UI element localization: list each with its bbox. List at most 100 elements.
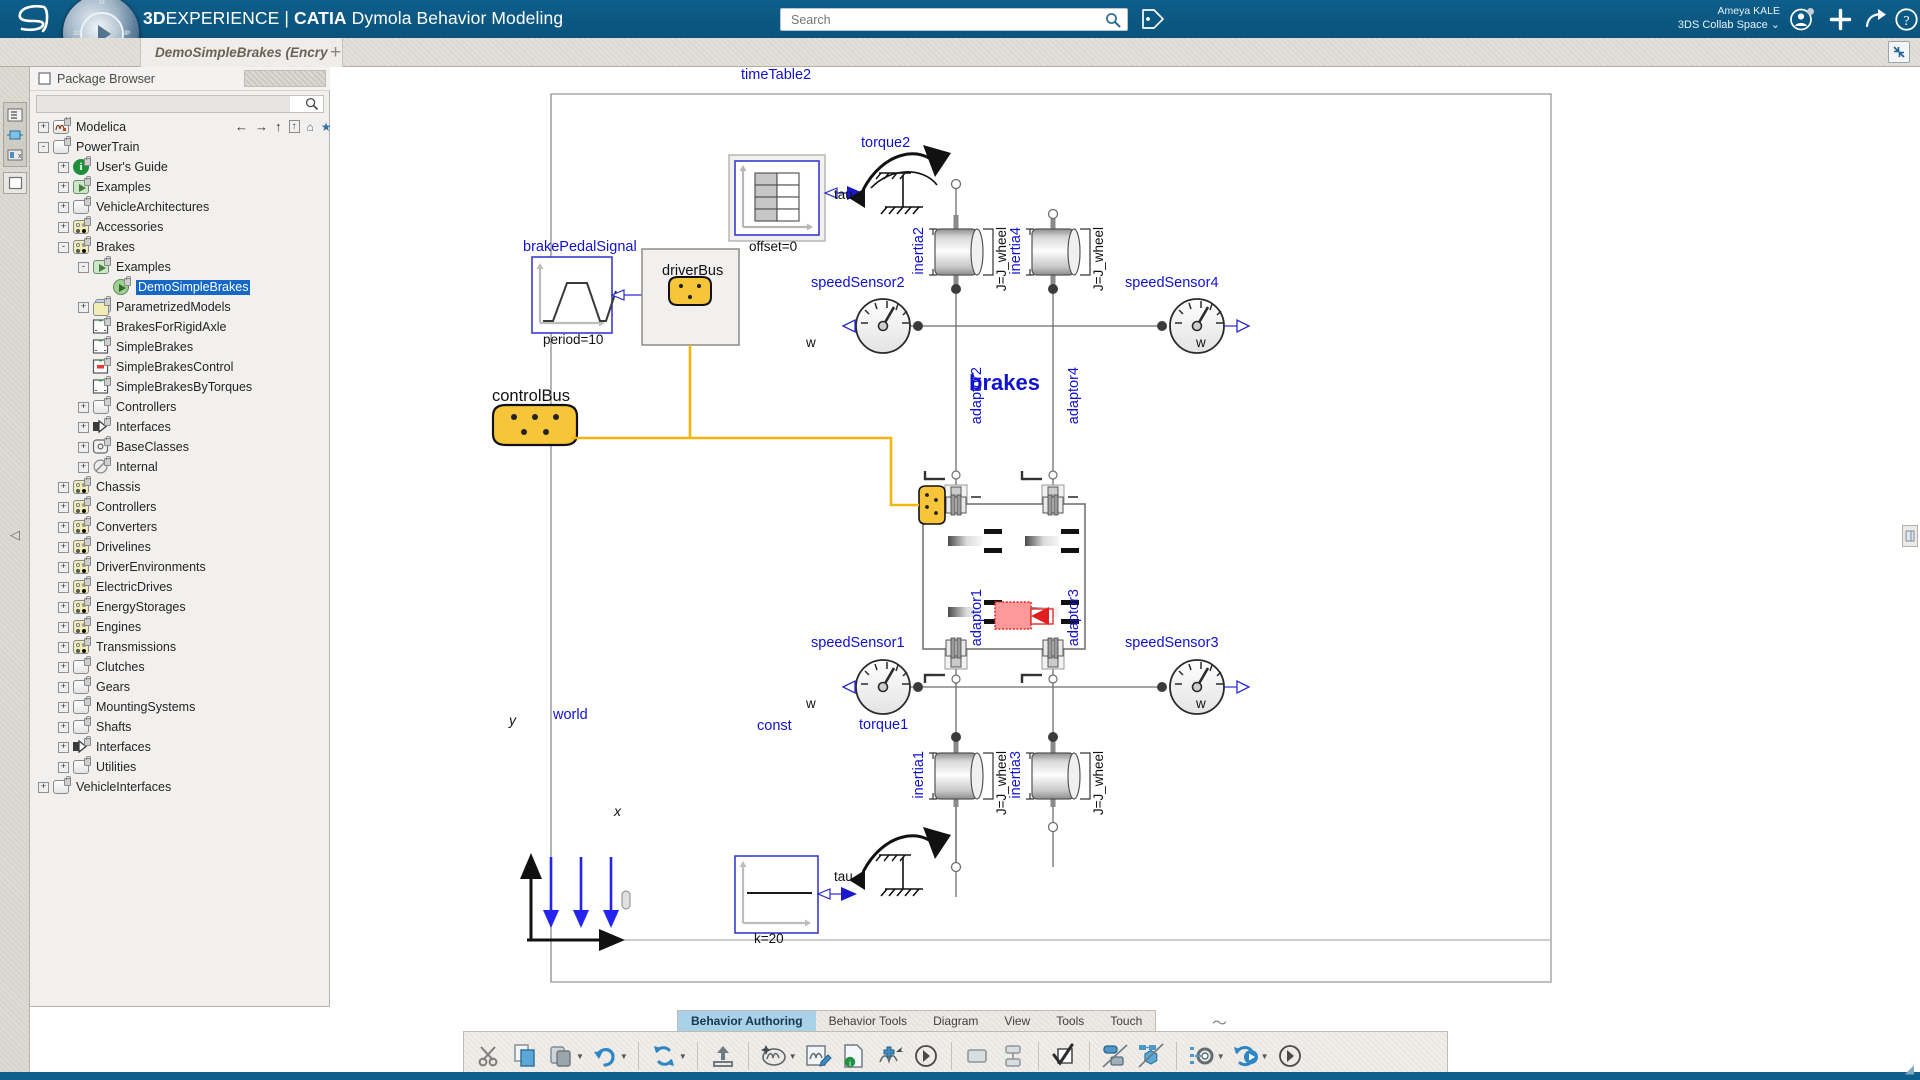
tree-item-shafts[interactable]: + Shafts	[30, 715, 330, 737]
diagram-canvas[interactable]: timeTable2 offset=0 torque2 tau inertia2…	[331, 67, 1920, 1010]
tree-item-powertrain[interactable]: - PowerTrain	[30, 135, 330, 157]
package-filter-row[interactable]	[36, 95, 324, 113]
filter-input[interactable]	[37, 96, 290, 112]
filter-search-icon[interactable]	[305, 97, 319, 111]
tree-expander[interactable]: +	[58, 521, 69, 533]
tree-expander[interactable]: +	[58, 721, 69, 733]
tree-expander[interactable]: +	[58, 601, 69, 613]
tree-view-icon[interactable]	[4, 105, 26, 124]
tree-item-examples[interactable]: + Examples	[30, 175, 330, 197]
diagram-view-icon[interactable]	[4, 125, 26, 144]
tree-item-engines[interactable]: + Engines	[30, 615, 330, 637]
settings-gear-icon[interactable]	[1185, 1038, 1219, 1074]
tree-expander[interactable]: +	[58, 621, 69, 633]
tree-expander[interactable]: +	[58, 481, 69, 493]
edit-behavior-icon[interactable]	[801, 1038, 835, 1074]
tree-expander[interactable]: +	[78, 421, 89, 433]
action-bar-tabs[interactable]: Behavior Authoring Behavior Tools Diagram V…	[677, 1010, 1157, 1031]
component-inertia4[interactable]	[1026, 208, 1091, 295]
tree-item-accessories[interactable]: + Accessories	[30, 215, 330, 237]
tree-item-parametrizedmodels[interactable]: + ParametrizedModels	[30, 295, 330, 317]
check-shape-icon[interactable]	[1047, 1038, 1081, 1074]
dropdown-caret-icon[interactable]: ▼	[576, 1052, 584, 1061]
search-box[interactable]	[780, 8, 1128, 31]
component-torque1[interactable]	[849, 827, 951, 897]
modelica-diagram[interactable]	[331, 67, 1920, 1010]
tree-expander[interactable]: +	[58, 661, 69, 673]
tree-item-clutches[interactable]: + Clutches	[30, 655, 330, 677]
dropdown-caret-icon[interactable]: ▼	[620, 1052, 628, 1061]
collapse-panel-button[interactable]	[1888, 41, 1910, 63]
tree-expander[interactable]: +	[38, 121, 49, 133]
package-browser-toggle[interactable]	[3, 172, 27, 194]
run-arrow-icon[interactable]	[909, 1038, 943, 1074]
tree-expander[interactable]: +	[58, 181, 69, 193]
refresh-icon[interactable]	[647, 1038, 681, 1074]
tree-item-converters[interactable]: + Converters	[30, 515, 330, 537]
tree-item-demosimplebrakes[interactable]: DemoSimpleBrakes	[30, 275, 330, 297]
component-const[interactable]	[734, 855, 857, 934]
simulate-icon[interactable]	[1229, 1038, 1263, 1074]
tree-item-vehiclearchitectures[interactable]: + VehicleArchitectures	[30, 195, 330, 217]
tree-expander[interactable]: +	[78, 461, 89, 473]
tree-item-brakes[interactable]: - Brakes	[30, 235, 330, 257]
tree-expander[interactable]: +	[78, 441, 89, 453]
dropdown-caret-icon[interactable]: ▼	[789, 1052, 797, 1061]
chevron-down-icon[interactable]: ⌄	[1771, 18, 1780, 32]
tree-item-simplebrakesbytorques[interactable]: SimpleBrakesByTorques	[30, 375, 330, 397]
dropdown-caret-icon[interactable]: ▼	[1217, 1052, 1225, 1061]
tree-item-utilities[interactable]: + Utilities	[30, 755, 330, 777]
tree-expander[interactable]: +	[58, 561, 69, 573]
tree-expander[interactable]: +	[58, 581, 69, 593]
tree-item-baseclasses[interactable]: + BaseClasses	[30, 435, 330, 457]
tree-item-energystorages[interactable]: + EnergyStorages	[30, 595, 330, 617]
tree-item-user-s-guide[interactable]: + i User's Guide	[30, 155, 330, 177]
tree-item-interfaces[interactable]: + Interfaces	[30, 415, 330, 437]
action-tab-diagram[interactable]: Diagram	[920, 1011, 992, 1031]
tree-item-electricdrives[interactable]: + ElectricDrives	[30, 575, 330, 597]
action-tab-touch[interactable]: Touch	[1097, 1011, 1156, 1031]
action-tab-behavior-authoring[interactable]: Behavior Authoring	[678, 1011, 816, 1031]
copy-icon[interactable]	[508, 1038, 542, 1074]
action-tab-tools[interactable]: Tools	[1043, 1011, 1098, 1031]
tree-item-driverenvironments[interactable]: + DriverEnvironments	[30, 555, 330, 577]
tree-item-simplebrakescontrol[interactable]: SimpleBrakesControl	[30, 355, 330, 377]
paste-icon[interactable]	[544, 1038, 578, 1074]
tree-expander[interactable]: +	[78, 301, 89, 313]
brakes-bus-port[interactable]	[918, 485, 946, 525]
tree-expander[interactable]: +	[58, 501, 69, 513]
package-tree[interactable]: + Modelica - PowerTrain + i User's Guide + Examp…	[30, 117, 330, 997]
tree-expander[interactable]: -	[38, 141, 49, 153]
search-icon[interactable]	[1105, 12, 1121, 28]
component-inertia2[interactable]	[929, 215, 994, 294]
user-account-icon[interactable]	[1789, 6, 1816, 33]
component-torque2[interactable]	[849, 145, 962, 215]
tree-expander[interactable]: +	[58, 681, 69, 693]
tree-expander[interactable]: -	[78, 261, 89, 273]
tree-item-vehicleinterfaces[interactable]: + VehicleInterfaces	[30, 775, 330, 797]
sidebar-collapse-handle[interactable]: ◁	[10, 527, 20, 543]
tree-expander[interactable]: +	[58, 741, 69, 753]
new-behavior-icon[interactable]	[757, 1038, 791, 1074]
action-tab-behavior-tools[interactable]: Behavior Tools	[815, 1011, 921, 1031]
tree-expander[interactable]: +	[58, 641, 69, 653]
tree-item-controllers[interactable]: + Controllers	[30, 495, 330, 517]
add-behavior-icon[interactable]	[873, 1038, 907, 1074]
tree-expander[interactable]: +	[78, 401, 89, 413]
component-brakes[interactable]	[918, 485, 1086, 659]
tree-expander[interactable]: -	[58, 241, 69, 253]
tree-item-simplebrakes[interactable]: SimpleBrakes	[30, 335, 330, 357]
document-tab[interactable]: DemoSimpleBrakes (Encry	[140, 38, 343, 67]
tree-item-modelica[interactable]: + Modelica	[30, 117, 330, 137]
tree-item-drivelines[interactable]: + Drivelines	[30, 535, 330, 557]
action-tab-view[interactable]: View	[991, 1011, 1044, 1031]
help-icon[interactable]: ?	[1893, 6, 1920, 33]
tree-item-brakesforrigidaxle[interactable]: BrakesForRigidAxle	[30, 315, 330, 337]
tree-item-mountingsystems[interactable]: + MountingSystems	[30, 695, 330, 717]
more-tabs-icon[interactable]: 〜	[1212, 1012, 1227, 1033]
tree-expander[interactable]: +	[58, 201, 69, 213]
tree-expander[interactable]: +	[58, 701, 69, 713]
tree-item-examples[interactable]: - Examples	[30, 255, 330, 277]
tree-item-internal[interactable]: + Internal	[30, 455, 330, 477]
dropdown-caret-icon[interactable]: ▼	[1261, 1052, 1269, 1061]
